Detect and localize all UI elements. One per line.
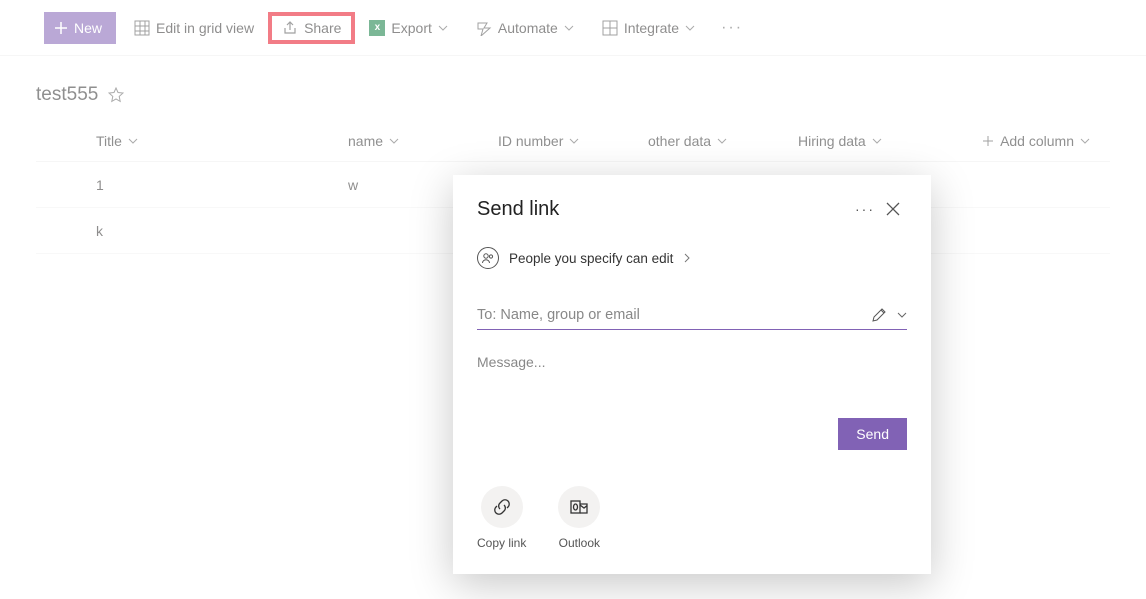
copy-link-icon [481, 486, 523, 528]
outlook-icon [558, 486, 600, 528]
message-placeholder[interactable]: Message... [477, 354, 907, 370]
action-row: Copy link Outlook [477, 486, 907, 550]
recipient-row [477, 307, 907, 330]
copy-link-button[interactable]: Copy link [477, 486, 526, 550]
pencil-icon[interactable] [871, 307, 887, 323]
dialog-more[interactable]: ··· [851, 197, 879, 221]
copy-link-label: Copy link [477, 536, 526, 550]
permission-text: People you specify can edit [509, 251, 673, 266]
send-row: Send [477, 418, 907, 450]
outlook-label: Outlook [559, 536, 600, 550]
chevron-down-icon[interactable] [897, 310, 907, 320]
chevron-right-icon [683, 253, 691, 263]
people-icon [477, 247, 499, 269]
recipient-input[interactable] [477, 307, 861, 323]
close-icon [886, 202, 900, 216]
close-button[interactable] [879, 195, 907, 223]
outlook-button[interactable]: Outlook [558, 486, 600, 550]
dialog-header: Send link ··· [477, 195, 907, 223]
send-button[interactable]: Send [838, 418, 907, 450]
permission-scope-button[interactable]: People you specify can edit [477, 247, 907, 269]
dialog-title: Send link [477, 198, 851, 221]
send-link-dialog: Send link ··· People you specify can edi… [453, 175, 931, 574]
